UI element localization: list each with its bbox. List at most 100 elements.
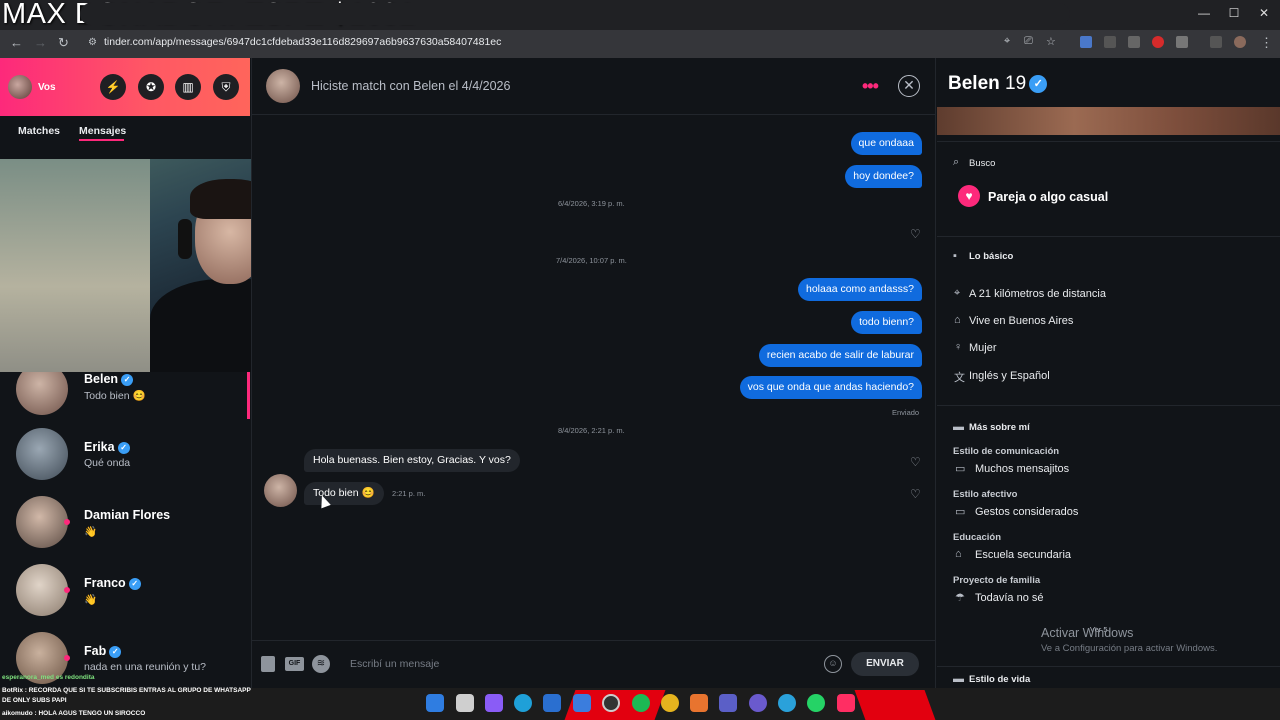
conversation-name[interactable]: Erika ✓: [84, 440, 130, 454]
boost-icon[interactable]: ⚡: [100, 74, 126, 100]
close-window-icon[interactable]: ✕: [1254, 6, 1274, 20]
briefcase-icon[interactable]: ▥: [175, 74, 201, 100]
tiktok-icon[interactable]: [837, 694, 855, 712]
heart-eyes-icon: ♥: [958, 185, 980, 207]
reading-list-icon[interactable]: [1210, 36, 1222, 48]
site-info-icon[interactable]: ⚙: [88, 37, 97, 48]
bookmark-star-icon[interactable]: ☆: [1046, 35, 1056, 48]
avatar[interactable]: [16, 564, 68, 616]
extension-icon[interactable]: [1152, 36, 1164, 48]
url-text[interactable]: tinder.com/app/messages/6947dc1cfdebad33…: [104, 36, 501, 48]
verified-icon: ✓: [109, 645, 122, 658]
obs-icon[interactable]: [602, 694, 620, 712]
copilot-icon[interactable]: [485, 694, 503, 712]
outlook-icon[interactable]: [573, 694, 591, 712]
like-heart-icon[interactable]: ♡: [910, 455, 921, 469]
conversation-name[interactable]: Damian Flores: [84, 508, 170, 522]
send-button[interactable]: ENVIAR: [851, 652, 919, 676]
location-pin-icon: ⌖: [954, 287, 961, 299]
contact-card-icon[interactable]: [261, 656, 275, 672]
attribute-value: Muchos mensajitos: [975, 463, 1070, 475]
avatar[interactable]: [8, 75, 32, 99]
avatar[interactable]: [16, 428, 68, 480]
maximize-icon[interactable]: ☐: [1224, 6, 1244, 20]
conversation-preview[interactable]: Todo bien 😊: [84, 389, 146, 402]
gender-text: Mujer: [969, 342, 997, 354]
conversation-name[interactable]: Belen ✓: [84, 372, 134, 386]
store-icon[interactable]: [543, 694, 561, 712]
message-outgoing[interactable]: todo bienn?: [851, 311, 922, 334]
overlay-graphic: [854, 690, 936, 720]
browser-menu-icon[interactable]: ⋮: [1260, 35, 1273, 51]
tab-matches[interactable]: Matches: [18, 125, 60, 137]
spotify-icon[interactable]: ≋: [312, 655, 330, 673]
distance-text: A 21 kilómetros de distancia: [969, 288, 1106, 300]
message-outgoing[interactable]: hoy dondee?: [845, 165, 922, 188]
cast-icon[interactable]: ⎚: [1024, 35, 1033, 48]
app-icon[interactable]: [749, 694, 767, 712]
chrome-icon[interactable]: [661, 694, 679, 712]
sent-status: Enviado: [892, 408, 920, 417]
emoji-icon[interactable]: ☺: [824, 655, 842, 673]
conversation-preview[interactable]: 👋: [84, 525, 97, 538]
url-field[interactable]: [80, 3, 1070, 25]
extension-icon[interactable]: [1104, 36, 1116, 48]
gif-button[interactable]: GIF: [285, 657, 304, 671]
languages-text: Inglés y Español: [969, 370, 1050, 382]
file-explorer-icon[interactable]: [456, 694, 474, 712]
message-outgoing[interactable]: que ondaaa: [850, 132, 922, 155]
info-icon: ▪: [953, 250, 957, 262]
reload-icon[interactable]: ↻: [58, 35, 69, 51]
verified-icon: ✓: [1029, 74, 1048, 93]
more-options-icon[interactable]: •••: [862, 76, 879, 97]
minimize-icon[interactable]: —: [1194, 6, 1214, 20]
message-input[interactable]: [350, 654, 810, 674]
stream-chat-line: BotRix : RECORDA QUE SI TE SUBSCRIBIS EN…: [2, 687, 251, 694]
conversation-preview[interactable]: Qué onda: [84, 457, 130, 469]
message-outgoing[interactable]: recien acabo de salir de laburar: [758, 344, 922, 367]
user-label[interactable]: Vos: [38, 82, 56, 93]
conversation-preview[interactable]: 👋: [84, 593, 97, 606]
profile-avatar-icon[interactable]: [1234, 36, 1246, 48]
conversation-name[interactable]: Franco ✓: [84, 576, 141, 590]
message-outgoing[interactable]: vos que onda que andas haciendo?: [739, 376, 922, 399]
close-icon[interactable]: ✕: [898, 75, 920, 97]
app-icon[interactable]: [690, 694, 708, 712]
stream-chat-line: esperanora_med es redondita: [2, 674, 95, 681]
shield-icon[interactable]: ⛨: [213, 74, 239, 100]
tab-mensajes[interactable]: Mensajes: [79, 125, 126, 137]
looking-for-label: Busco: [969, 158, 996, 169]
avatar[interactable]: [16, 496, 68, 548]
person-icon: ♀: [954, 341, 963, 353]
message-incoming[interactable]: Hola buenass. Bien estoy, Gracias. Y vos…: [304, 449, 520, 472]
location-icon[interactable]: ⌖: [1004, 35, 1010, 48]
message-outgoing[interactable]: holaaa como andasss?: [798, 278, 922, 301]
lifestyle-icon: ▬: [953, 673, 964, 685]
teams-icon[interactable]: [719, 694, 737, 712]
whatsapp-icon[interactable]: [807, 694, 825, 712]
start-icon[interactable]: [426, 694, 444, 712]
profile-photo[interactable]: [937, 107, 1280, 135]
spotify-taskbar-icon[interactable]: [632, 694, 650, 712]
edge-icon[interactable]: [514, 694, 532, 712]
unread-dot: [64, 587, 70, 593]
language-icon: 文: [954, 372, 965, 384]
avatar[interactable]: [264, 474, 297, 507]
extension-icon[interactable]: [1128, 36, 1140, 48]
puzzle-icon[interactable]: [1176, 36, 1188, 48]
match-info: Hiciste match con Belen el 4/4/2026: [311, 79, 511, 93]
conversation-name[interactable]: Fab ✓: [84, 644, 122, 658]
avatar[interactable]: [266, 69, 300, 103]
explore-icon[interactable]: ✪: [138, 74, 164, 100]
forward-icon[interactable]: →: [34, 35, 47, 50]
message-incoming[interactable]: Todo bien 😊: [304, 482, 384, 505]
translate-extension-icon[interactable]: [1080, 36, 1092, 48]
telegram-icon[interactable]: [778, 694, 796, 712]
like-heart-icon[interactable]: ♡: [910, 227, 921, 241]
heart-chat-icon: ▭: [955, 506, 966, 518]
like-heart-icon[interactable]: ♡: [910, 487, 921, 501]
back-icon[interactable]: ←: [10, 35, 23, 50]
activate-windows-title: Activar Windows: [1041, 626, 1134, 640]
attribute-value: Gestos considerados: [975, 506, 1079, 518]
looking-for-value: Pareja o algo casual: [988, 190, 1109, 204]
